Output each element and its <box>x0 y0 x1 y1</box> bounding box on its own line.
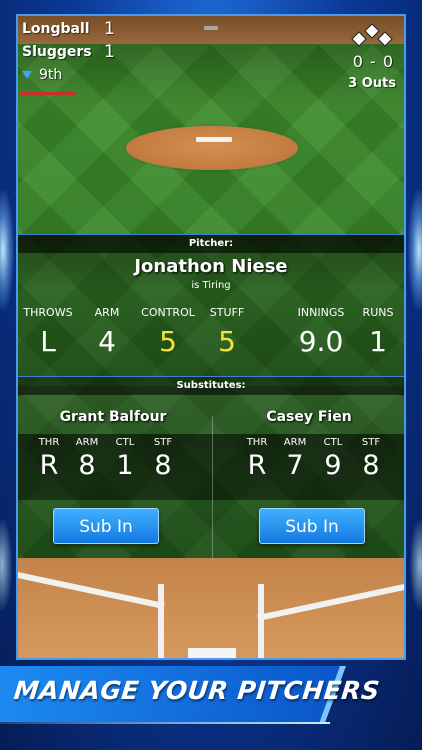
stat-label: ARM <box>283 437 307 448</box>
sub-stat-thr: THR R <box>240 437 274 481</box>
game-overlay: Pitcher: Jonathon Niese is Tiring THROWS… <box>18 16 404 658</box>
pitcher-status: is Tiring <box>191 280 231 291</box>
infield-dirt <box>18 558 404 658</box>
stat-stuff: STUFF 5 <box>208 306 246 358</box>
home-plate <box>188 648 236 658</box>
stat-label: STF <box>361 437 381 448</box>
stat-value: R <box>39 450 59 481</box>
stat-value: 7 <box>286 450 304 481</box>
stat-label: RUNS <box>362 306 394 319</box>
stat-value: 1 <box>116 450 134 481</box>
light-glow-left-lower <box>0 520 12 610</box>
sub-in-button[interactable]: Sub In <box>53 508 159 544</box>
stat-value: 5 <box>218 325 236 358</box>
sub-stat-stf: STF 8 <box>354 437 388 481</box>
banner-underline <box>0 722 330 724</box>
stat-label: CTL <box>115 437 135 448</box>
sub-stat-arm: ARM 8 <box>70 437 104 481</box>
sub-in-button[interactable]: Sub In <box>259 508 365 544</box>
sub-stat-ctl: CTL 9 <box>316 437 350 481</box>
stat-value: 8 <box>154 450 172 481</box>
stat-label: ARM <box>75 437 99 448</box>
stat-throws: THROWS L <box>22 306 74 358</box>
stat-label: STUFF <box>209 306 245 319</box>
stat-label: INNINGS <box>297 306 345 319</box>
sub-stat-ctl: CTL 1 <box>108 437 142 481</box>
batters-box-right <box>258 584 264 658</box>
stat-label: ARM <box>94 306 120 319</box>
light-glow-right <box>408 190 422 310</box>
stat-label: STF <box>153 437 173 448</box>
stat-label: THR <box>38 437 60 448</box>
stat-arm: ARM 4 <box>90 306 124 358</box>
promo-banner-text: MANAGE YOUR PITCHERS <box>12 676 382 705</box>
pitcher-section-header: Pitcher: <box>18 234 404 253</box>
substitutes-section-header: Substitutes: <box>18 376 404 395</box>
sub-stat-thr: THR R <box>32 437 66 481</box>
stat-value: L <box>40 325 56 358</box>
stat-value: 9.0 <box>298 325 344 358</box>
light-glow-right-lower <box>410 520 422 610</box>
stat-value: R <box>247 450 267 481</box>
substitute-name: Grant Balfour <box>59 409 167 425</box>
stat-value: 9 <box>324 450 342 481</box>
stat-value: 5 <box>159 325 177 358</box>
substitutes-divider <box>212 416 213 558</box>
stat-label: CTL <box>323 437 343 448</box>
sub-stat-arm: ARM 7 <box>278 437 312 481</box>
sub-stat-stf: STF 8 <box>146 437 180 481</box>
pitcher-name: Jonathon Niese <box>134 256 288 277</box>
stat-label: THR <box>246 437 268 448</box>
substitute-name: Casey Fien <box>266 409 352 425</box>
stat-control: CONTROL 5 <box>140 306 196 358</box>
batters-box-left <box>158 584 164 658</box>
stat-value: 1 <box>369 325 387 358</box>
stat-value: 4 <box>98 325 116 358</box>
stat-value: 8 <box>78 450 96 481</box>
stat-label: THROWS <box>23 306 73 319</box>
light-glow-left <box>0 190 14 310</box>
stat-value: 8 <box>362 450 380 481</box>
stat-innings: INNINGS 9.0 <box>294 306 348 358</box>
stat-runs: RUNS 1 <box>358 306 398 358</box>
stat-label: CONTROL <box>141 306 195 319</box>
